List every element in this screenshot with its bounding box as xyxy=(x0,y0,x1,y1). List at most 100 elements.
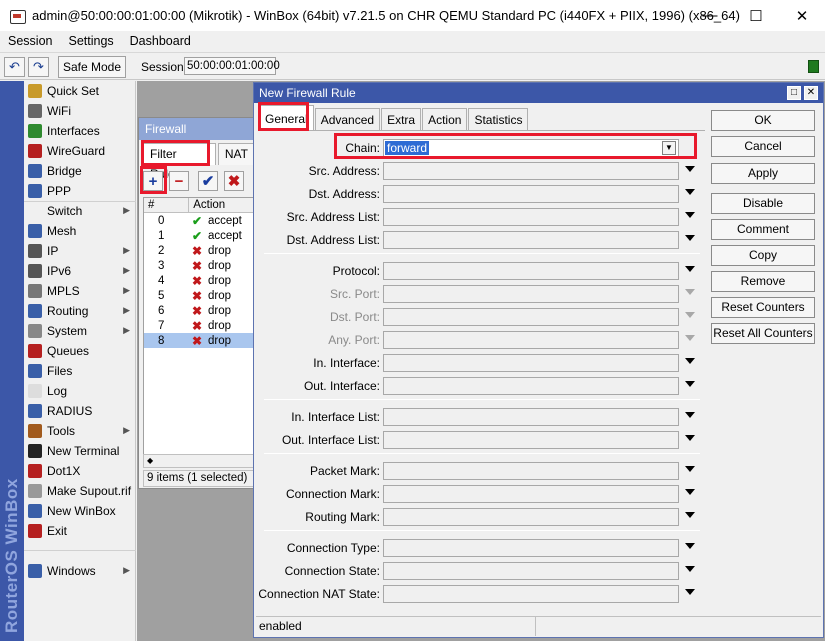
disable-button[interactable]: Disable xyxy=(711,193,815,214)
dropdown-arrow-icon[interactable] xyxy=(685,543,695,549)
packet-mark-field[interactable] xyxy=(383,462,679,480)
remove-rule-button[interactable]: − xyxy=(169,171,189,191)
dropdown-arrow-icon[interactable] xyxy=(685,212,695,218)
connection-state-field[interactable] xyxy=(383,562,679,580)
table-row[interactable]: 7 ✖ drop xyxy=(144,318,254,333)
sidebar-item-interfaces[interactable]: Interfaces xyxy=(24,121,136,141)
sidebar-item-label: Routing xyxy=(47,304,89,318)
tab-extra[interactable]: Extra xyxy=(381,108,422,130)
rule-action-cell: ✖ drop xyxy=(192,289,231,303)
dropdown-arrow-icon[interactable] xyxy=(685,266,695,272)
table-row[interactable]: 1 ✔ accept xyxy=(144,228,254,243)
src-address-list-field[interactable] xyxy=(383,208,679,226)
reset-all-counters-button[interactable]: Reset All Counters xyxy=(711,323,815,344)
sidebar-item-wifi[interactable]: WiFi xyxy=(24,101,136,121)
apply-button[interactable]: Apply xyxy=(711,163,815,184)
sidebar-item-switch[interactable]: Switch ▶ xyxy=(24,201,136,221)
safe-mode-button[interactable]: Safe Mode xyxy=(58,56,126,78)
sidebar-item-routing[interactable]: Routing ▶ xyxy=(24,301,136,321)
table-row[interactable]: 4 ✖ drop xyxy=(144,273,254,288)
connection-nat-state-field[interactable] xyxy=(383,585,679,603)
enable-rule-button[interactable]: ✔ xyxy=(198,171,218,191)
dropdown-arrow-icon[interactable] xyxy=(685,189,695,195)
wand-icon xyxy=(28,84,42,98)
dropdown-arrow-icon[interactable] xyxy=(685,435,695,441)
rule-action: drop xyxy=(208,244,232,257)
dst-address-field[interactable] xyxy=(383,185,679,203)
copy-button[interactable]: Copy xyxy=(711,245,815,266)
reset-counters-button[interactable]: Reset Counters xyxy=(711,297,815,318)
column-header-number[interactable]: # xyxy=(144,198,190,212)
sidebar-item-ppp[interactable]: PPP xyxy=(24,181,136,201)
table-row[interactable]: 3 ✖ drop xyxy=(144,258,254,273)
in-interface-field[interactable] xyxy=(383,354,679,372)
cancel-button[interactable]: Cancel xyxy=(711,136,815,157)
sidebar-item-ip[interactable]: IP ▶ xyxy=(24,241,136,261)
session-field[interactable]: 50:00:00:01:00:00 xyxy=(184,57,280,75)
sidebar-item-bridge[interactable]: Bridge xyxy=(24,161,136,181)
sidebar-item-log[interactable]: Log xyxy=(24,381,136,401)
sidebar-item-new-terminal[interactable]: New Terminal xyxy=(24,441,136,461)
src-address-field[interactable] xyxy=(383,162,679,180)
sidebar-item-windows[interactable]: Windows ▶ xyxy=(24,561,136,581)
dropdown-arrow-icon[interactable] xyxy=(685,589,695,595)
dropdown-arrow-icon[interactable] xyxy=(685,566,695,572)
dropdown-arrow-icon[interactable] xyxy=(685,466,695,472)
table-row[interactable]: 2 ✖ drop xyxy=(144,243,254,258)
tab-statistics[interactable]: Statistics xyxy=(468,108,529,130)
dropdown-arrow-icon[interactable] xyxy=(685,381,695,387)
ok-button[interactable]: OK xyxy=(711,110,815,131)
column-header-action[interactable]: Action xyxy=(189,198,254,212)
tab-nat[interactable]: NAT xyxy=(217,143,255,165)
sidebar-item-radius[interactable]: RADIUS xyxy=(24,401,136,421)
sidebar-item-tools[interactable]: Tools ▶ xyxy=(24,421,136,441)
minimize-button[interactable]: — xyxy=(687,0,733,31)
dropdown-arrow-icon[interactable] xyxy=(685,512,695,518)
dialog-close-button[interactable]: ✕ xyxy=(804,86,818,100)
protocol-field[interactable] xyxy=(383,262,679,280)
sidebar-item-new-winbox[interactable]: New WinBox xyxy=(24,501,136,521)
connection-type-field[interactable] xyxy=(383,539,679,557)
sidebar-item-dot1x[interactable]: Dot1X xyxy=(24,461,136,481)
menu-dashboard[interactable]: Dashboard xyxy=(122,34,199,48)
disable-rule-button[interactable]: ✖ xyxy=(224,171,244,191)
close-button[interactable]: ✕ xyxy=(779,0,825,31)
sidebar-item-wireguard[interactable]: WireGuard xyxy=(24,141,136,161)
sidebar-item-files[interactable]: Files xyxy=(24,361,136,381)
menu-settings[interactable]: Settings xyxy=(60,34,121,48)
dropdown-arrow-icon[interactable] xyxy=(685,358,695,364)
maximize-button[interactable]: ☐ xyxy=(733,0,779,31)
dropdown-arrow-icon[interactable] xyxy=(685,166,695,172)
routing-mark-field[interactable] xyxy=(383,508,679,526)
connection-mark-field[interactable] xyxy=(383,485,679,503)
out-interface-list-field[interactable] xyxy=(383,431,679,449)
dropdown-arrow-icon[interactable] xyxy=(685,489,695,495)
tab-action[interactable]: Action xyxy=(422,108,468,130)
tab-advanced[interactable]: Advanced xyxy=(314,108,381,130)
menu-session[interactable]: Session xyxy=(0,34,60,48)
sidebar-item-make-supout-rif[interactable]: Make Supout.rif xyxy=(24,481,136,501)
interfaces-icon xyxy=(28,124,42,138)
dropdown-arrow-icon[interactable] xyxy=(685,235,695,241)
remove-button[interactable]: Remove xyxy=(711,271,815,292)
table-row[interactable]: 5 ✖ drop xyxy=(144,288,254,303)
out-interface-field[interactable] xyxy=(383,377,679,395)
dialog-restore-button[interactable]: □ xyxy=(787,86,801,100)
dropdown-arrow-icon[interactable] xyxy=(685,412,695,418)
horizontal-scrollbar[interactable]: ◆ xyxy=(143,454,255,468)
table-row[interactable]: 0 ✔ accept xyxy=(144,213,254,228)
sidebar-item-system[interactable]: System ▶ xyxy=(24,321,136,341)
sidebar-item-mesh[interactable]: Mesh xyxy=(24,221,136,241)
sidebar-item-queues[interactable]: Queues xyxy=(24,341,136,361)
sidebar-item-ipv6[interactable]: IPv6 ▶ xyxy=(24,261,136,281)
undo-button[interactable]: ↶ xyxy=(4,57,25,77)
dst-address-list-field[interactable] xyxy=(383,231,679,249)
table-row[interactable]: 6 ✖ drop xyxy=(144,303,254,318)
sidebar-item-mpls[interactable]: MPLS ▶ xyxy=(24,281,136,301)
redo-button[interactable]: ↷ xyxy=(28,57,49,77)
sidebar-item-quick-set[interactable]: Quick Set xyxy=(24,81,136,101)
comment-button[interactable]: Comment xyxy=(711,219,815,240)
table-row[interactable]: 8 ✖ drop xyxy=(144,333,254,348)
in-interface-list-field[interactable] xyxy=(383,408,679,426)
sidebar-item-exit[interactable]: Exit xyxy=(24,521,136,541)
